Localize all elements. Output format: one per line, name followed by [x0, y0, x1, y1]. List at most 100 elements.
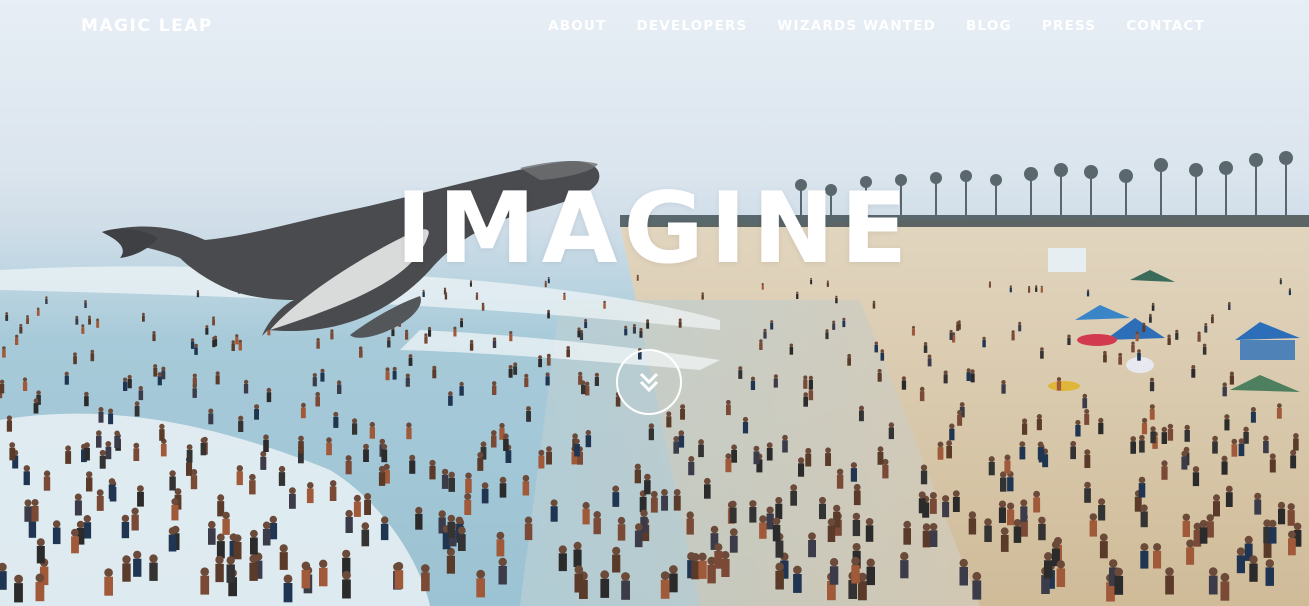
- person-figure: [929, 498, 937, 514]
- person-figure: [853, 490, 861, 506]
- nav-link-wizards-wanted[interactable]: WIZARDS WANTED: [777, 18, 936, 34]
- nav-link-press[interactable]: PRESS: [1042, 18, 1096, 34]
- person-figure: [825, 332, 829, 340]
- person-figure: [233, 542, 242, 560]
- nav-link-blog[interactable]: BLOG: [966, 18, 1012, 34]
- person-figure: [330, 332, 334, 340]
- person-head: [1167, 334, 1171, 338]
- nav-link-contact[interactable]: CONTACT: [1126, 18, 1205, 34]
- person-head: [31, 499, 39, 506]
- person-figure: [205, 328, 209, 335]
- person-figure: [131, 514, 139, 531]
- person-figure: [998, 507, 1006, 523]
- person-figure: [1197, 334, 1201, 342]
- person-figure: [742, 422, 749, 434]
- person-figure: [1222, 386, 1227, 397]
- person-head: [634, 463, 641, 470]
- person-head: [1011, 330, 1015, 334]
- person-figure: [929, 530, 938, 547]
- person-head: [96, 430, 102, 436]
- person-figure: [96, 321, 100, 328]
- person-figure: [612, 554, 621, 573]
- person-head: [36, 307, 40, 311]
- person-figure: [957, 414, 963, 426]
- person-head: [443, 287, 447, 290]
- person-head: [923, 342, 928, 346]
- person-figure: [698, 560, 707, 579]
- person-head: [585, 381, 590, 386]
- person-head: [1222, 382, 1227, 387]
- person-head: [998, 500, 1007, 508]
- person-figure: [680, 409, 685, 420]
- person-head: [1040, 285, 1043, 288]
- scroll-down-button[interactable]: [616, 349, 682, 415]
- person-head: [603, 300, 606, 304]
- person-head: [959, 558, 968, 568]
- person-head: [1221, 455, 1228, 462]
- person-head: [254, 404, 260, 410]
- person-head: [169, 470, 176, 477]
- person-head: [900, 552, 909, 561]
- person-figure: [405, 332, 409, 340]
- person-head: [1165, 567, 1174, 576]
- hero-headline: IMAGINE: [395, 172, 914, 286]
- brand-logo-link[interactable]: MAGIC LEAP: [81, 16, 213, 36]
- person-head: [233, 534, 242, 543]
- person-head: [64, 371, 69, 376]
- person-figure: [942, 501, 950, 518]
- person-head: [901, 376, 907, 381]
- person-figure: [952, 496, 960, 512]
- person-head: [1287, 503, 1295, 511]
- person-figure: [1084, 455, 1091, 468]
- person-figure: [920, 470, 928, 485]
- person-head: [278, 465, 286, 473]
- person-figure: [937, 447, 944, 460]
- person-head: [496, 531, 505, 540]
- person-head: [594, 372, 600, 377]
- person-head: [249, 554, 258, 563]
- person-figure: [763, 331, 767, 339]
- person-head: [379, 438, 386, 445]
- person-head: [441, 468, 449, 476]
- person-head: [617, 516, 626, 525]
- person-head: [1013, 519, 1022, 527]
- person-head: [1038, 516, 1046, 524]
- person-figure: [522, 481, 530, 496]
- person-head: [358, 346, 363, 351]
- person-head: [149, 554, 158, 563]
- person-figure: [312, 377, 317, 387]
- nav-link-developers[interactable]: DEVELOPERS: [636, 18, 747, 34]
- person-figure: [406, 427, 412, 440]
- person-head: [678, 318, 682, 322]
- person-head: [9, 442, 16, 448]
- person-head: [236, 465, 243, 472]
- person-figure: [859, 410, 864, 422]
- person-head: [912, 325, 915, 329]
- person-head: [326, 437, 332, 443]
- person-head: [465, 472, 472, 479]
- person-figure: [1075, 425, 1081, 437]
- person-head: [1265, 559, 1275, 568]
- person-figure: [644, 480, 651, 495]
- person-figure: [573, 549, 582, 568]
- nav-link-about[interactable]: ABOUT: [548, 18, 606, 34]
- person-figure: [1243, 431, 1249, 444]
- person-figure: [279, 552, 288, 570]
- person-figure: [190, 475, 198, 490]
- person-figure: [673, 441, 679, 454]
- person-figure: [701, 294, 704, 300]
- person-figure: [1098, 505, 1106, 521]
- person-head: [1175, 329, 1179, 333]
- person-head: [394, 561, 404, 571]
- person-figure: [546, 451, 552, 465]
- person-figure: [301, 569, 311, 589]
- person-head: [36, 390, 41, 396]
- person-figure: [1007, 509, 1015, 526]
- person-head: [825, 447, 831, 454]
- person-head: [686, 511, 694, 519]
- person-figure: [612, 492, 620, 507]
- person-head: [1206, 514, 1214, 522]
- person-figure: [200, 442, 207, 456]
- person-head: [1224, 414, 1230, 420]
- person-head: [1142, 417, 1148, 424]
